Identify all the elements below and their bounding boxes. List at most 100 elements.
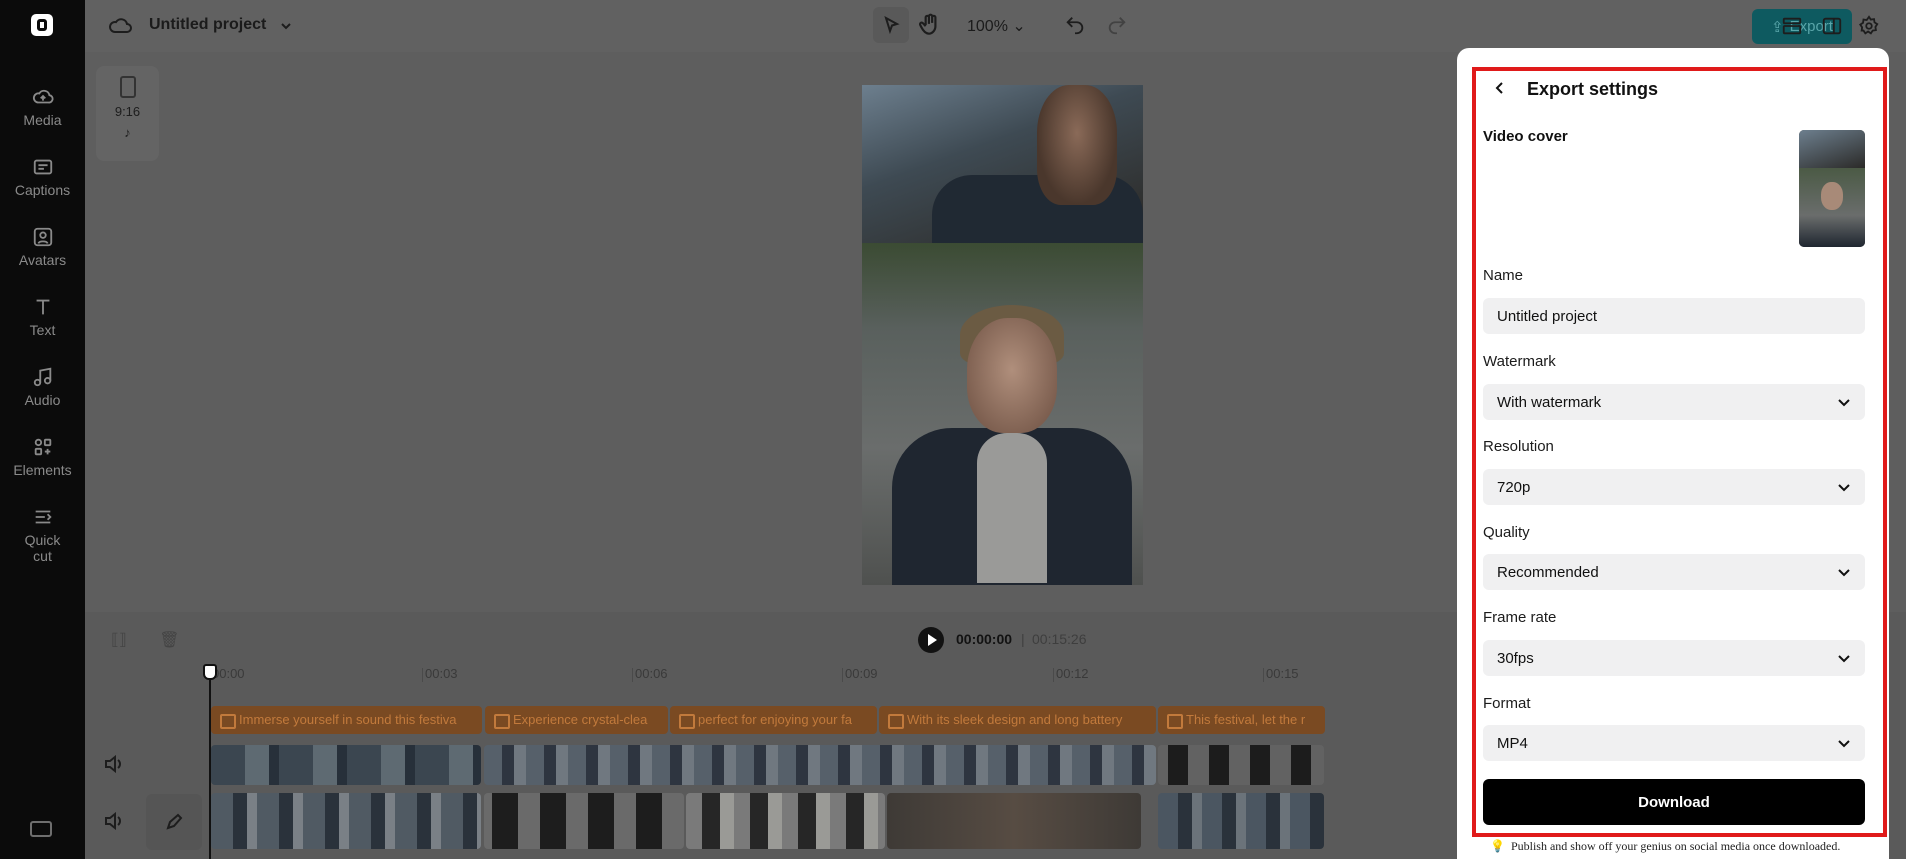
sidebar-item-text[interactable]: Text — [0, 296, 85, 338]
quick-cut-icon — [32, 506, 54, 528]
current-time: 00:00:00 — [956, 631, 1013, 647]
ruler-tick: 00:15 — [1263, 667, 1299, 682]
project-title[interactable]: Untitled project — [149, 16, 266, 34]
caption-clip[interactable]: perfect for enjoying your fa — [670, 706, 877, 734]
quality-label: Quality — [1483, 524, 1530, 541]
time-separator: | — [1021, 631, 1025, 647]
watermark-value: With watermark — [1497, 394, 1602, 411]
split-view-icon[interactable] — [1821, 15, 1843, 37]
video-clip[interactable] — [1158, 745, 1324, 785]
video-clip[interactable] — [211, 745, 481, 785]
avatar-icon — [32, 226, 54, 248]
chevron-down-icon — [1838, 399, 1850, 407]
video-clip[interactable] — [686, 793, 885, 849]
download-button[interactable]: Download — [1483, 779, 1865, 825]
tiktok-icon: ♪ — [124, 125, 131, 140]
caption-clip[interactable]: This festival, let the r — [1158, 706, 1325, 734]
caption-clip[interactable]: With its sleek design and long battery — [879, 706, 1156, 734]
select-tool-button[interactable] — [873, 7, 909, 43]
video-cover-label: Video cover — [1483, 128, 1568, 145]
video-clip[interactable] — [484, 745, 1156, 785]
total-time: 00:15:26 — [1032, 631, 1087, 647]
ruler-tick: 00:09 — [842, 667, 878, 682]
download-label: Download — [1638, 793, 1710, 811]
lightbulb-icon: 💡 — [1490, 839, 1505, 853]
undo-icon[interactable] — [1064, 14, 1086, 36]
phone-icon — [119, 76, 136, 98]
caption-clip[interactable]: Experience crystal-clea — [485, 706, 668, 734]
playhead-handle[interactable] — [203, 664, 217, 680]
frame-rate-select[interactable]: 30fps — [1483, 640, 1865, 676]
aspect-ratio-selector[interactable]: 9:16 ♪ — [96, 66, 159, 161]
ruler-tick: 00:03 — [422, 667, 458, 682]
zoom-level[interactable]: 100% ⌄ — [967, 16, 1026, 36]
left-sidebar: Media Captions Avatars Text Audio Elemen… — [0, 0, 85, 859]
quality-select[interactable]: Recommended — [1483, 554, 1865, 590]
music-note-icon — [32, 366, 54, 388]
captions-icon — [32, 156, 54, 178]
chevron-down-icon: ⌄ — [1012, 18, 1026, 35]
sidebar-item-elements[interactable]: Elements — [0, 436, 85, 478]
redo-icon[interactable] — [1106, 14, 1128, 36]
frame-rate-label: Frame rate — [1483, 609, 1557, 626]
frame-rate-value: 30fps — [1497, 650, 1534, 667]
sidebar-item-label: Quick cut — [24, 532, 61, 564]
trash-icon[interactable]: 🗑 — [159, 632, 179, 649]
cloud-upload-icon — [32, 86, 54, 108]
zoom-value: 100% — [967, 18, 1008, 35]
sidebar-item-captions[interactable]: Captions — [0, 156, 85, 198]
sidebar-item-quick-cut[interactable]: Quick cut — [0, 506, 85, 564]
video-clip[interactable] — [1158, 793, 1324, 849]
sidebar-item-label: Elements — [13, 462, 72, 478]
video-bottom-clip — [862, 243, 1143, 585]
keyboard-shortcuts-icon[interactable] — [30, 821, 52, 837]
aspect-ratio-label: 9:16 — [114, 104, 141, 119]
publish-note-text: Publish and show off your genius on soci… — [1510, 839, 1841, 853]
quality-value: Recommended — [1497, 564, 1599, 581]
play-icon — [928, 634, 937, 646]
hand-tool-icon[interactable] — [917, 12, 943, 38]
video-top-clip — [862, 85, 1143, 245]
format-select[interactable]: MP4 — [1483, 725, 1865, 761]
gear-icon[interactable] — [1858, 15, 1880, 37]
back-arrow-icon[interactable] — [1492, 80, 1508, 96]
video-clip[interactable] — [484, 793, 684, 849]
chevron-down-icon — [1838, 484, 1850, 492]
video-clip[interactable] — [211, 793, 481, 849]
sidebar-item-avatars[interactable]: Avatars — [0, 226, 85, 268]
cursor-icon — [884, 15, 900, 35]
chevron-down-icon — [1838, 740, 1850, 748]
name-field[interactable]: Untitled project — [1483, 298, 1865, 334]
playhead[interactable] — [209, 667, 211, 859]
timeline-tools: ⟦⟧ 🗑 — [111, 630, 180, 650]
caption-clip[interactable]: Immerse yourself in sound this festiva — [211, 706, 482, 734]
cloud-save-icon[interactable] — [109, 15, 133, 35]
app-logo[interactable] — [31, 14, 53, 36]
resolution-select[interactable]: 720p — [1483, 469, 1865, 505]
video-clip[interactable] — [887, 793, 1141, 849]
name-label: Name — [1483, 267, 1524, 284]
publish-note: 💡 Publish and show off your genius on soc… — [1490, 839, 1840, 854]
sidebar-item-label: Audio — [24, 392, 61, 408]
ruler-tick: 00:06 — [632, 667, 668, 682]
elements-icon — [32, 436, 54, 458]
text-icon — [32, 296, 54, 318]
export-settings-panel: Export settings Video cover Name Untitle… — [1457, 48, 1889, 859]
sidebar-item-audio[interactable]: Audio — [0, 366, 85, 408]
chevron-down-icon — [1838, 655, 1850, 663]
split-icon[interactable]: ⟦⟧ — [111, 632, 127, 649]
video-cover-thumbnail[interactable] — [1799, 130, 1865, 247]
sidebar-item-label: Captions — [14, 182, 71, 198]
panel-title: Export settings — [1527, 79, 1659, 99]
resolution-label: Resolution — [1483, 438, 1554, 455]
format-label: Format — [1483, 695, 1531, 712]
chevron-down-icon[interactable] — [278, 18, 294, 34]
sidebar-item-media[interactable]: Media — [0, 86, 85, 128]
sidebar-item-label: Text — [29, 322, 56, 338]
top-bar: Untitled project 100% ⌄ ⇪ Export — [85, 0, 1906, 52]
layers-icon[interactable] — [1781, 15, 1803, 37]
watermark-select[interactable]: With watermark — [1483, 384, 1865, 420]
play-button[interactable] — [918, 627, 944, 653]
resolution-value: 720p — [1497, 479, 1531, 496]
video-preview[interactable] — [862, 85, 1143, 585]
